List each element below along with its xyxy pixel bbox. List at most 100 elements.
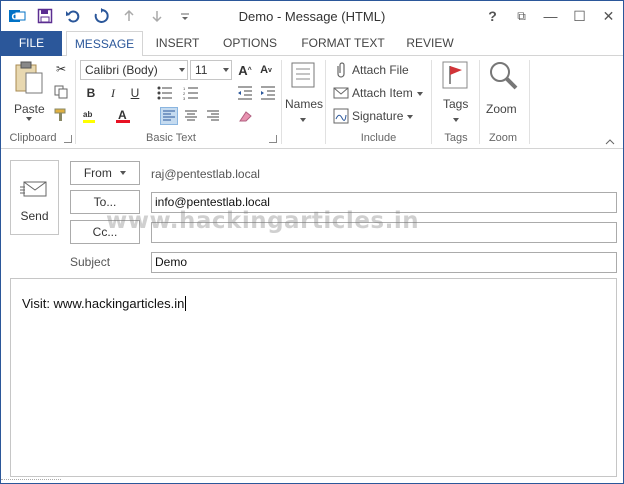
divider <box>75 60 76 144</box>
clipboard-group-label: Clipboard <box>9 132 57 144</box>
flag-icon <box>442 61 468 89</box>
clear-formatting-icon[interactable] <box>236 107 254 125</box>
address-book-icon <box>291 62 315 88</box>
copy-icon[interactable] <box>52 83 70 101</box>
outlook-message-window: O Demo - Message (HTML) ? ⧉ — ☐ ✕ FILE M… <box>0 0 624 484</box>
body-text-content: Visit: www.hackingarticles.in <box>22 296 185 311</box>
from-button[interactable]: From <box>70 161 140 185</box>
chevron-down-icon <box>26 117 32 121</box>
align-left-icon[interactable] <box>160 107 178 125</box>
chevron-down-icon <box>417 92 423 96</box>
svg-text:A: A <box>118 108 127 122</box>
font-name-value: Calibri (Body) <box>85 63 158 77</box>
envelope-icon <box>333 87 349 99</box>
window-controls: ? ⧉ — ☐ ✕ <box>478 1 623 31</box>
align-right-icon[interactable] <box>204 107 222 125</box>
increase-indent-icon[interactable] <box>259 84 277 102</box>
divider <box>431 60 432 144</box>
ribbon: Paste ✂ Clipboard Calibri (Body) 11 A ^ A… <box>1 56 623 149</box>
from-address: raj@pentestlab.local <box>151 167 260 181</box>
decrease-indent-icon[interactable] <box>236 84 254 102</box>
to-field[interactable]: info@pentestlab.local <box>151 192 617 213</box>
italic-button[interactable]: I <box>104 84 122 102</box>
message-body[interactable]: Visit: www.hackingarticles.in <box>10 278 617 477</box>
subject-field[interactable]: Demo <box>151 252 617 273</box>
from-label: From <box>83 166 112 180</box>
body-text: Visit: www.hackingarticles.in <box>22 296 187 311</box>
cut-icon[interactable]: ✂ <box>52 60 70 78</box>
attach-item-label: Attach Item <box>352 86 413 100</box>
tab-review[interactable]: REVIEW <box>401 31 459 56</box>
ribbon-display-button[interactable]: ⧉ <box>507 1 536 31</box>
shrink-font-icon[interactable]: Av <box>257 61 275 79</box>
tab-format-text[interactable]: FORMAT TEXT <box>297 31 389 56</box>
basic-text-launcher-icon[interactable] <box>269 135 277 143</box>
paperclip-icon <box>337 62 345 78</box>
close-button[interactable]: ✕ <box>594 1 623 31</box>
subject-label: Subject <box>70 255 111 269</box>
format-painter-icon[interactable] <box>52 106 70 124</box>
font-name-select[interactable]: Calibri (Body) <box>80 60 188 80</box>
svg-text:3: 3 <box>183 96 186 100</box>
divider <box>479 60 480 144</box>
collapse-ribbon-icon[interactable] <box>605 135 615 145</box>
basic-text-group-label: Basic Text <box>146 132 196 144</box>
message-header: Send From raj@pentestlab.local To... inf… <box>1 150 623 275</box>
maximize-button[interactable]: ☐ <box>565 1 594 31</box>
help-button[interactable]: ? <box>478 1 507 31</box>
zoom-label: Zoom <box>486 102 517 116</box>
signature-button[interactable]: Signature <box>331 106 415 126</box>
underline-button[interactable]: U <box>126 84 144 102</box>
to-button[interactable]: To... <box>70 190 140 214</box>
include-group-label: Include <box>360 132 397 144</box>
minimize-button[interactable]: — <box>536 1 565 31</box>
magnifier-icon <box>490 62 518 90</box>
text-cursor <box>185 296 187 311</box>
names-label: Names <box>285 97 324 111</box>
title-bar: O Demo - Message (HTML) ? ⧉ — ☐ ✕ <box>1 1 623 31</box>
numbering-icon[interactable]: 123 <box>182 84 200 102</box>
highlight-icon[interactable]: ab <box>82 107 100 125</box>
chevron-down-icon <box>120 171 127 175</box>
tab-options[interactable]: OPTIONS <box>217 31 283 56</box>
bold-button[interactable]: B <box>82 84 100 102</box>
svg-text:ab: ab <box>83 110 92 119</box>
paste-button[interactable]: Paste <box>9 60 49 121</box>
chevron-down-icon <box>179 68 185 72</box>
paste-label: Paste <box>14 102 45 116</box>
attach-file-button[interactable]: Attach File <box>331 60 421 80</box>
send-button[interactable]: Send <box>10 160 59 235</box>
zoom-button[interactable]: Zoom <box>483 60 523 126</box>
grow-font-icon[interactable]: A ^ <box>236 61 254 79</box>
tab-insert[interactable]: INSERT <box>151 31 204 56</box>
tab-file[interactable]: FILE <box>1 31 62 56</box>
send-label: Send <box>20 209 49 223</box>
zoom-group-label: Zoom <box>488 132 518 144</box>
tags-label: Tags <box>443 97 469 111</box>
attach-item-button[interactable]: Attach Item <box>331 83 425 103</box>
tab-message[interactable]: MESSAGE <box>66 31 143 57</box>
chevron-down-icon <box>300 118 306 122</box>
divider <box>325 60 326 144</box>
status-line <box>1 479 61 483</box>
align-center-icon[interactable] <box>182 107 200 125</box>
chevron-down-icon <box>453 118 459 122</box>
chevron-down-icon <box>223 68 229 72</box>
ribbon-tabs: FILE MESSAGE INSERT OPTIONS FORMAT TEXT … <box>1 31 623 57</box>
tags-group-label: Tags <box>444 132 468 144</box>
signature-icon <box>333 108 349 124</box>
signature-label: Signature <box>352 109 404 123</box>
cc-field[interactable] <box>151 222 617 243</box>
attach-file-label: Attach File <box>352 63 409 77</box>
tags-button[interactable]: Tags <box>437 60 475 126</box>
font-color-icon[interactable]: A <box>114 107 132 125</box>
cc-button[interactable]: Cc... <box>70 220 140 244</box>
clipboard-launcher-icon[interactable] <box>64 135 72 143</box>
divider <box>281 60 282 144</box>
bullets-icon[interactable] <box>156 84 174 102</box>
font-size-select[interactable]: 11 <box>190 60 232 80</box>
divider <box>529 60 530 144</box>
names-button[interactable]: Names <box>284 60 324 126</box>
paste-icon <box>15 61 43 94</box>
chevron-down-icon <box>407 115 413 119</box>
